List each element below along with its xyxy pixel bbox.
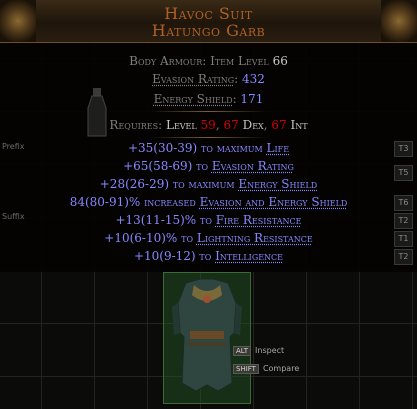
compare-label: Compare xyxy=(262,364,300,373)
evasion-line: Evasion Rating: 432 xyxy=(152,72,265,86)
item-category-line: Body Armour: Item Level 66 xyxy=(129,54,288,68)
item-level-label: Item Level xyxy=(210,54,269,68)
mod-line: +13(11-15)% to Fire Resistance xyxy=(115,213,302,227)
tooltip-header: Havoc Suit Hatungo Garb xyxy=(0,0,417,43)
requirements-line: Requires: Level 59, 67 Dex, 67 Int xyxy=(109,118,308,132)
requires-label: Requires xyxy=(109,118,159,132)
item-tooltip: Havoc Suit Hatungo Garb Body Armour: Ite… xyxy=(0,0,417,272)
body-armour-item[interactable] xyxy=(163,272,251,404)
mod-line: +35(30-39) to maximum Life xyxy=(127,141,290,155)
inspect-hint: ALT Inspect xyxy=(233,346,284,356)
mod-line: +10(9-12) to Intelligence xyxy=(133,249,284,263)
energy-shield-label: Energy Shield xyxy=(153,92,233,106)
req-level-value: 59 xyxy=(200,118,216,132)
energy-shield-value: 171 xyxy=(240,92,264,106)
item-category: Body Armour xyxy=(129,54,203,68)
shift-key: SHIFT xyxy=(233,364,259,374)
compare-hint: SHIFT Compare xyxy=(233,364,299,374)
item-level-value: 66 xyxy=(272,54,288,68)
separator xyxy=(150,137,267,138)
alt-key: ALT xyxy=(233,346,252,356)
mod-line: +10(6-10)% to Lightning Resistance xyxy=(104,231,313,245)
item-base-type: Hatungo Garb xyxy=(151,21,266,40)
req-int-value: 67 xyxy=(271,118,287,132)
req-level-label: Level xyxy=(165,118,197,132)
req-int-label: Int xyxy=(290,118,308,132)
evasion-value: 432 xyxy=(242,72,265,86)
mod-line: +65(58-69) to Evasion Rating xyxy=(123,159,294,173)
inspect-label: Inspect xyxy=(255,346,285,355)
mod-line: 84(80-91)% increased Evasion and Energy … xyxy=(69,195,348,209)
evasion-label: Evasion Rating xyxy=(152,72,235,86)
req-dex-label: Dex xyxy=(242,118,264,132)
req-dex-value: 67 xyxy=(223,118,239,132)
separator xyxy=(150,111,267,112)
energy-shield-line: Energy Shield: 171 xyxy=(153,92,264,106)
armour-icon xyxy=(172,278,242,392)
mod-line: +28(26-29) to maximum Energy Shield xyxy=(99,177,318,191)
